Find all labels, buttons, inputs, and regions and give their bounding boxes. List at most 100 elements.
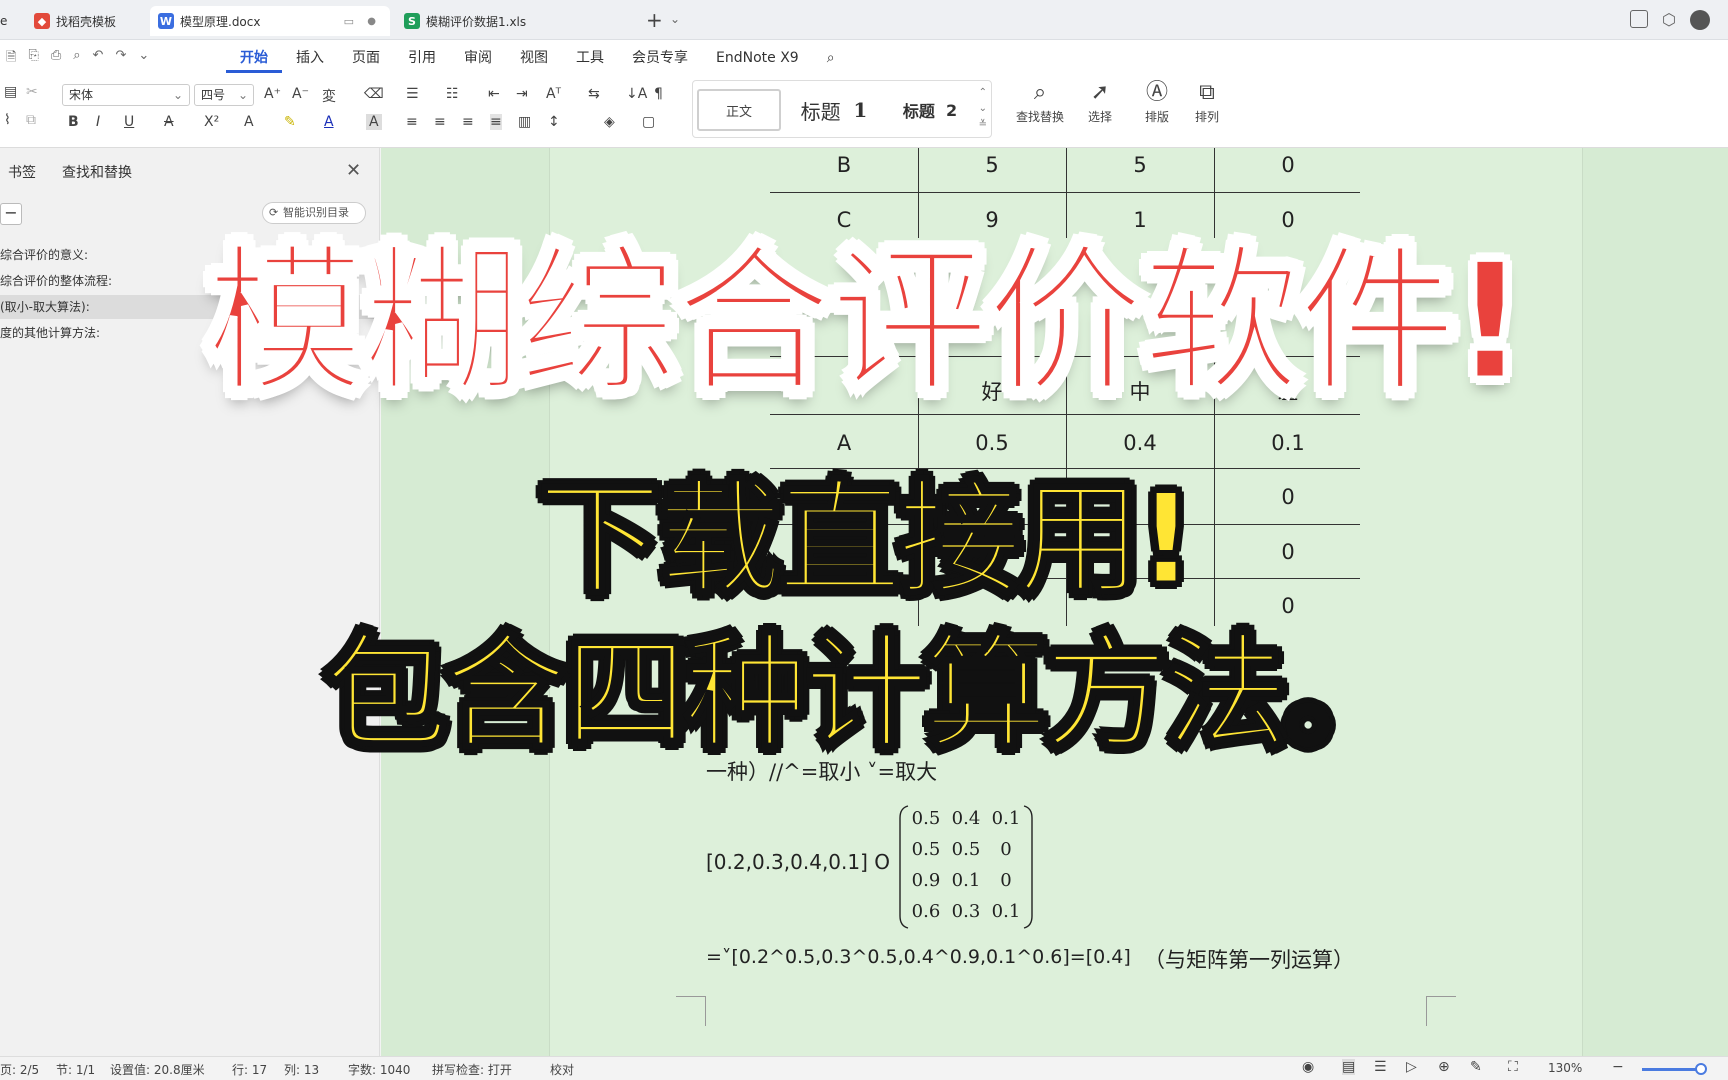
menu-references[interactable]: 引用 [394, 47, 450, 73]
format-brush-icon[interactable]: ⌇ [4, 112, 11, 128]
style-normal[interactable]: 正文 [697, 89, 781, 131]
qa-more-chevron-icon[interactable]: ⌄ [138, 48, 149, 70]
bullets-icon[interactable]: ☰ [406, 86, 419, 102]
increase-indent-icon[interactable]: ⇥ [516, 86, 528, 102]
paste-icon[interactable]: ▤ [4, 84, 17, 100]
menu-tools[interactable]: 工具 [562, 47, 618, 73]
font-name-select[interactable]: 宋体 ⌄ [62, 84, 190, 106]
shrink-font-icon[interactable]: A⁻ [292, 86, 309, 102]
align-center-icon[interactable]: ≡ [434, 114, 446, 130]
undo-icon[interactable]: ↶ [93, 48, 104, 70]
panel-tab-find-replace[interactable]: 查找和替换 [62, 162, 132, 182]
layout-button[interactable]: Ⓐ 排版 [1130, 78, 1184, 125]
find-replace-label: 查找替换 [1015, 110, 1064, 124]
grow-font-icon[interactable]: A⁺ [264, 86, 281, 102]
clear-format-icon[interactable]: ⌫ [364, 86, 384, 102]
docer-icon: ◆ [34, 13, 50, 29]
style-heading-2[interactable]: 标题 2 [887, 89, 973, 131]
style-heading-1[interactable]: 标题 1 [789, 89, 879, 131]
strikethrough-icon[interactable]: A [164, 114, 174, 130]
save-icon[interactable]: 🗎 [6, 48, 16, 70]
char-shading-icon[interactable]: A [366, 114, 382, 130]
highlight-icon[interactable]: ✎ [284, 114, 296, 130]
outline-view-icon[interactable]: ☰ [1374, 1059, 1387, 1075]
format-painter-icon[interactable]: ⎘ [28, 48, 38, 70]
shading-icon[interactable]: ◈ [604, 114, 615, 130]
menu-page[interactable]: 页面 [338, 47, 394, 73]
zoom-slider-handle[interactable] [1695, 1063, 1707, 1075]
status-words[interactable]: 字数: 1040 [348, 1061, 410, 1078]
search-icon[interactable]: ⌕ [813, 47, 849, 73]
status-proofread[interactable]: 校对 [550, 1061, 574, 1078]
font-size-select[interactable]: 四号 ⌄ [194, 84, 254, 106]
styles-scroll-icon[interactable]: ⌃ ⌄ ≚ [979, 85, 987, 133]
redo-icon[interactable]: ↷ [115, 48, 126, 70]
align-right-icon[interactable]: ≡ [462, 114, 474, 130]
menu-endnote[interactable]: EndNote X9 [702, 47, 813, 73]
bold-icon[interactable]: B [68, 114, 79, 130]
status-spell-check[interactable]: 拼写检查: 打开 [432, 1061, 512, 1078]
distribute-icon[interactable]: ▥ [518, 114, 531, 130]
matrix-cell: 0.1 [951, 870, 981, 891]
cut-icon[interactable]: ✂ [26, 84, 38, 100]
italic-icon[interactable]: I [96, 114, 100, 130]
cursor-icon: ➚ [1090, 80, 1110, 105]
underline-icon[interactable]: U [124, 114, 134, 130]
sort-swap-icon[interactable]: ⇆ [588, 86, 600, 102]
tab-list-chevron-icon[interactable]: ⌄ [670, 12, 680, 26]
tab-fuzzy-xls[interactable]: S 模糊评价数据1.xls [396, 6, 636, 36]
select-button[interactable]: ➚ 选择 [1070, 78, 1130, 125]
close-icon[interactable]: ✕ [346, 160, 361, 181]
fit-page-icon[interactable]: ⛶ [1508, 1059, 1518, 1075]
zoom-out-icon[interactable]: − [1612, 1059, 1624, 1075]
border-icon[interactable]: ▢ [642, 114, 655, 130]
menu-insert[interactable]: 插入 [282, 47, 338, 73]
matrix-cell: 0.9 [911, 870, 941, 891]
monitor-icon[interactable]: ▭ [344, 15, 354, 28]
panel-tab-bookmark[interactable]: 书签 [8, 162, 36, 182]
zoom-level[interactable]: 130% [1548, 1061, 1582, 1075]
font-color-icon[interactable]: A [324, 114, 334, 130]
write-mode-icon[interactable]: ✎ [1470, 1059, 1482, 1075]
copy-icon[interactable]: ⧉ [26, 112, 36, 128]
numbering-icon[interactable]: ☷ [446, 86, 459, 102]
line-spacing-icon[interactable]: ↕ [548, 114, 560, 130]
sort-icon[interactable]: ↓A [626, 86, 647, 102]
arrange-icon: ⧉ [1199, 80, 1215, 105]
user-avatar[interactable] [1690, 10, 1710, 30]
text-direction-icon[interactable]: Aᵀ [546, 86, 561, 102]
tab-truncated[interactable]: e [0, 6, 24, 36]
matrix-cell: 0 [1000, 839, 1012, 860]
new-tab-plus-icon[interactable]: + [646, 8, 663, 32]
tab-label: 模型原理.docx [180, 14, 261, 29]
decrease-indent-icon[interactable]: ⇤ [488, 86, 500, 102]
show-marks-icon[interactable]: ¶ [654, 86, 663, 102]
justify-icon[interactable]: ≡ [490, 114, 502, 130]
tab-docer-templates[interactable]: ◆ 找稻壳模板 [26, 6, 144, 36]
menu-view[interactable]: 视图 [506, 47, 562, 73]
menu-member[interactable]: 会员专享 [618, 47, 702, 73]
tab-model-doc[interactable]: W 模型原理.docx ▭ ● [150, 6, 390, 36]
arrange-button[interactable]: ⧉ 排列 [1180, 78, 1234, 125]
status-col: 列: 13 [284, 1063, 320, 1077]
phonetic-guide-icon[interactable]: 変 [322, 86, 336, 106]
print-icon[interactable]: ⎙ [51, 48, 61, 70]
menu-home[interactable]: 开始 [226, 47, 282, 73]
align-left-icon[interactable]: ≡ [406, 114, 418, 130]
eye-protect-icon[interactable]: ◉ [1302, 1059, 1314, 1075]
superscript-icon[interactable]: X² [204, 114, 219, 130]
page-view-icon[interactable]: ▤ [1342, 1059, 1356, 1075]
find-replace-button[interactable]: ⌕ 查找替换 [1010, 78, 1070, 125]
cube-icon[interactable]: ⬡ [1662, 10, 1676, 30]
print-preview-icon[interactable]: ⌕ [73, 48, 80, 70]
web-view-icon[interactable]: ⊕ [1438, 1059, 1450, 1075]
play-icon[interactable]: ▷ [1406, 1059, 1417, 1075]
table-cell: 0 [1281, 153, 1295, 177]
unsaved-dot-icon[interactable]: ● [367, 16, 376, 27]
overlay-title-yellow-1: 下载直接用! [536, 467, 1196, 614]
layout-toggle-icon[interactable] [1630, 10, 1649, 28]
status-page[interactable]: 页: 2/5 [0, 1061, 39, 1078]
menu-review[interactable]: 审阅 [450, 47, 506, 73]
text-effect-icon[interactable]: A [244, 114, 254, 130]
zoom-slider[interactable] [1642, 1068, 1702, 1071]
